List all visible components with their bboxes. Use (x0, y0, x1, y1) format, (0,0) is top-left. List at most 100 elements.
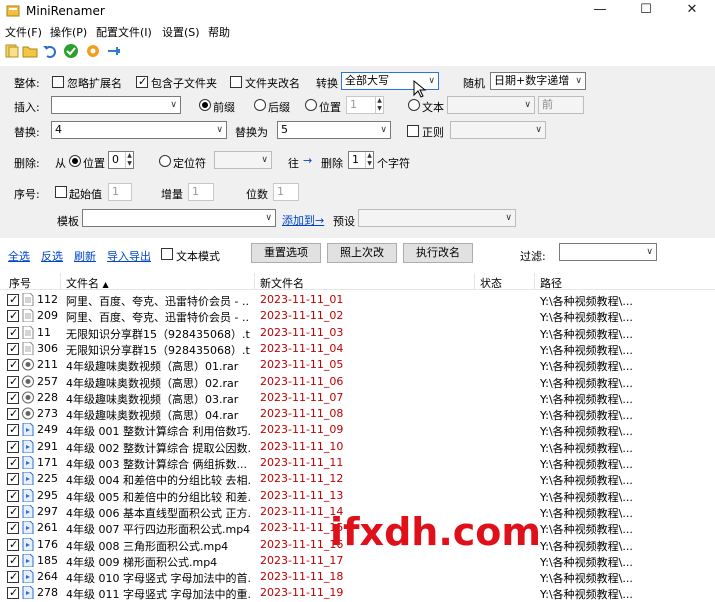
row-checkbox[interactable] (7, 310, 19, 323)
table-row[interactable]: 211 4年级趣味奥数视频（高思）01.rar 2023-11-11_05 Y:\各种… (0, 357, 715, 373)
text-mode-checkbox[interactable] (161, 248, 173, 260)
column-status[interactable]: 状态 (480, 275, 502, 291)
text-position-select[interactable]: 前 (538, 96, 584, 114)
menu-file[interactable]: 文件(F) (5, 24, 42, 40)
table-row[interactable]: 249 4年级 001 整数计算综合 利用倍数巧... 2023-11-11_09 Y… (0, 422, 715, 438)
row-checkbox[interactable] (7, 326, 19, 339)
delete-position-radio[interactable] (69, 155, 81, 167)
table-row[interactable]: 171 4年级 003 整数计算综合 俩组拆数... 2023-11-11_11 Y:… (0, 455, 715, 471)
table-row[interactable]: 185 4年级 009 梯形面积公式.mp4 2023-11-11_17 Y:\各种视… (0, 553, 715, 569)
open-files-icon[interactable] (4, 43, 20, 59)
column-path[interactable]: 路径 (540, 275, 562, 291)
invert-selection-link[interactable]: 反选 (41, 248, 63, 264)
replace-input[interactable]: 4 ∨ (51, 121, 227, 139)
row-checkbox[interactable] (7, 571, 19, 584)
row-checkbox[interactable] (7, 424, 19, 437)
row-path: Y:\各种视频教程\... (540, 392, 633, 406)
add-to-link[interactable]: 添加到→ (282, 212, 324, 228)
ignore-ext-checkbox[interactable] (52, 76, 64, 88)
row-checkbox[interactable] (7, 505, 19, 518)
position-stepper[interactable]: 1 ▲ ▼ (346, 96, 384, 114)
table-row[interactable]: 273 4年级趣味奥数视频（高思）04.rar 2023-11-11_08 Y:\各种… (0, 406, 715, 422)
filter-select[interactable]: ∨ (559, 243, 657, 261)
prefix-radio[interactable] (199, 99, 211, 111)
column-divider[interactable] (254, 273, 255, 289)
table-row[interactable]: 264 4年级 010 字母竖式 字母加法中的首... 2023-11-11_18 Y… (0, 569, 715, 585)
row-checkbox[interactable] (7, 457, 19, 469)
row-filename: 4年级 008 三角形面积公式.mp4 (66, 539, 229, 553)
suffix-radio[interactable] (254, 99, 266, 111)
sequence-label: 序号: (14, 188, 40, 201)
row-seq: 225 (37, 472, 58, 486)
row-checkbox[interactable] (7, 342, 19, 355)
row-checkbox[interactable] (7, 538, 19, 551)
row-checkbox[interactable] (7, 473, 19, 486)
include-sub-checkbox[interactable] (136, 76, 148, 88)
table-row[interactable]: 257 4年级趣味奥数视频（高思）02.rar 2023-11-11_06 Y:\各种… (0, 374, 715, 390)
open-folder-icon[interactable] (22, 43, 38, 59)
column-divider[interactable] (60, 273, 61, 289)
column-divider[interactable] (474, 273, 475, 289)
settings-gear-icon[interactable] (85, 43, 101, 59)
folder-rename-checkbox[interactable] (230, 76, 242, 88)
delete-count-stepper[interactable]: 1 ▲ ▼ (348, 151, 374, 169)
start-stepper[interactable]: 1 (108, 183, 132, 201)
pin-icon[interactable] (106, 43, 122, 59)
locator-radio[interactable] (159, 155, 171, 167)
reset-options-button[interactable]: 重置选项 (251, 243, 321, 263)
position-radio[interactable] (305, 99, 317, 111)
preset-select[interactable]: ∨ (358, 209, 516, 227)
menu-config[interactable]: 配置文件(I) (96, 24, 152, 40)
execute-rename-button[interactable]: 执行改名 (403, 243, 473, 263)
column-new-filename[interactable]: 新文件名 (260, 275, 304, 291)
repeat-last-button[interactable]: 照上次改 (327, 243, 397, 263)
column-divider[interactable] (534, 273, 535, 289)
close-button[interactable]: ✕ (669, 0, 715, 22)
increment-stepper[interactable]: 1 (188, 183, 214, 201)
table-row[interactable]: 225 4年级 004 和差倍中的分组比较 去相... 2023-11-11_12 Y… (0, 471, 715, 487)
select-all-link[interactable]: 全选 (8, 248, 30, 264)
row-checkbox[interactable] (7, 522, 19, 535)
confirm-icon[interactable] (63, 43, 79, 59)
column-filename[interactable]: 文件名 ▲ (66, 275, 109, 291)
row-checkbox[interactable] (7, 294, 19, 306)
row-checkbox[interactable] (7, 489, 19, 502)
row-checkbox[interactable] (7, 554, 19, 567)
row-path: Y:\各种视频教程\... (540, 458, 633, 471)
replace-with-input[interactable]: 5 ∨ (277, 121, 391, 139)
maximize-button[interactable]: ☐ (623, 0, 669, 22)
row-checkbox[interactable] (7, 440, 19, 453)
table-row[interactable]: 209 阿里、百度、夸克、迅雷特价会员 - ... 2023-11-11_02 Y:\… (0, 308, 715, 324)
text-position-input[interactable]: ∨ (447, 96, 535, 114)
row-checkbox[interactable] (7, 408, 19, 421)
menu-settings[interactable]: 设置(S) (162, 24, 200, 40)
column-seq[interactable]: 序号 (9, 275, 31, 291)
regex-select[interactable]: ∨ (450, 121, 546, 139)
table-row[interactable]: 112 阿里、百度、夸克、迅雷特价会员 - ... 2023-11-11_01 Y:\… (0, 292, 715, 308)
row-checkbox[interactable] (7, 587, 19, 600)
template-input[interactable]: ∨ (82, 209, 276, 227)
direction-arrow-icon[interactable]: → (303, 154, 312, 167)
random-select[interactable]: 日期+数字递增 ∨ (490, 72, 586, 90)
row-checkbox[interactable] (7, 375, 19, 388)
refresh-link[interactable]: 刷新 (74, 248, 96, 264)
text-radio[interactable] (408, 99, 420, 111)
menu-operate[interactable]: 操作(P) (50, 24, 87, 40)
row-checkbox[interactable] (7, 359, 19, 372)
minimize-button[interactable]: — (577, 0, 623, 22)
regex-checkbox[interactable] (407, 125, 419, 137)
insert-input[interactable]: ∨ (51, 96, 181, 114)
table-row[interactable]: 228 4年级趣味奥数视频（高思）03.rar 2023-11-11_07 Y:\各种… (0, 390, 715, 406)
import-export-link[interactable]: 导入导出 (107, 248, 151, 264)
undo-icon[interactable] (42, 43, 58, 59)
table-row[interactable]: 291 4年级 002 整数计算综合 提取公因数... 2023-11-11_10 Y… (0, 439, 715, 455)
table-row[interactable]: 306 无限知识分享群15（928435068）.txt 2023-11-11_04… (0, 341, 715, 357)
menu-help[interactable]: 帮助 (208, 24, 230, 40)
digits-stepper[interactable]: 1 (273, 183, 299, 201)
locator-select[interactable]: ∨ (214, 151, 272, 169)
delete-position-stepper[interactable]: 0 ▲ ▼ (108, 151, 134, 169)
row-checkbox[interactable] (7, 391, 19, 404)
table-row[interactable]: 295 4年级 005 和差倍中的分组比较 和差... 2023-11-11_13 Y… (0, 488, 715, 504)
table-row[interactable]: 11 无限知识分享群15（928435068）.txt 2023-11-11_03 Y… (0, 325, 715, 341)
start-checkbox[interactable] (55, 186, 67, 198)
